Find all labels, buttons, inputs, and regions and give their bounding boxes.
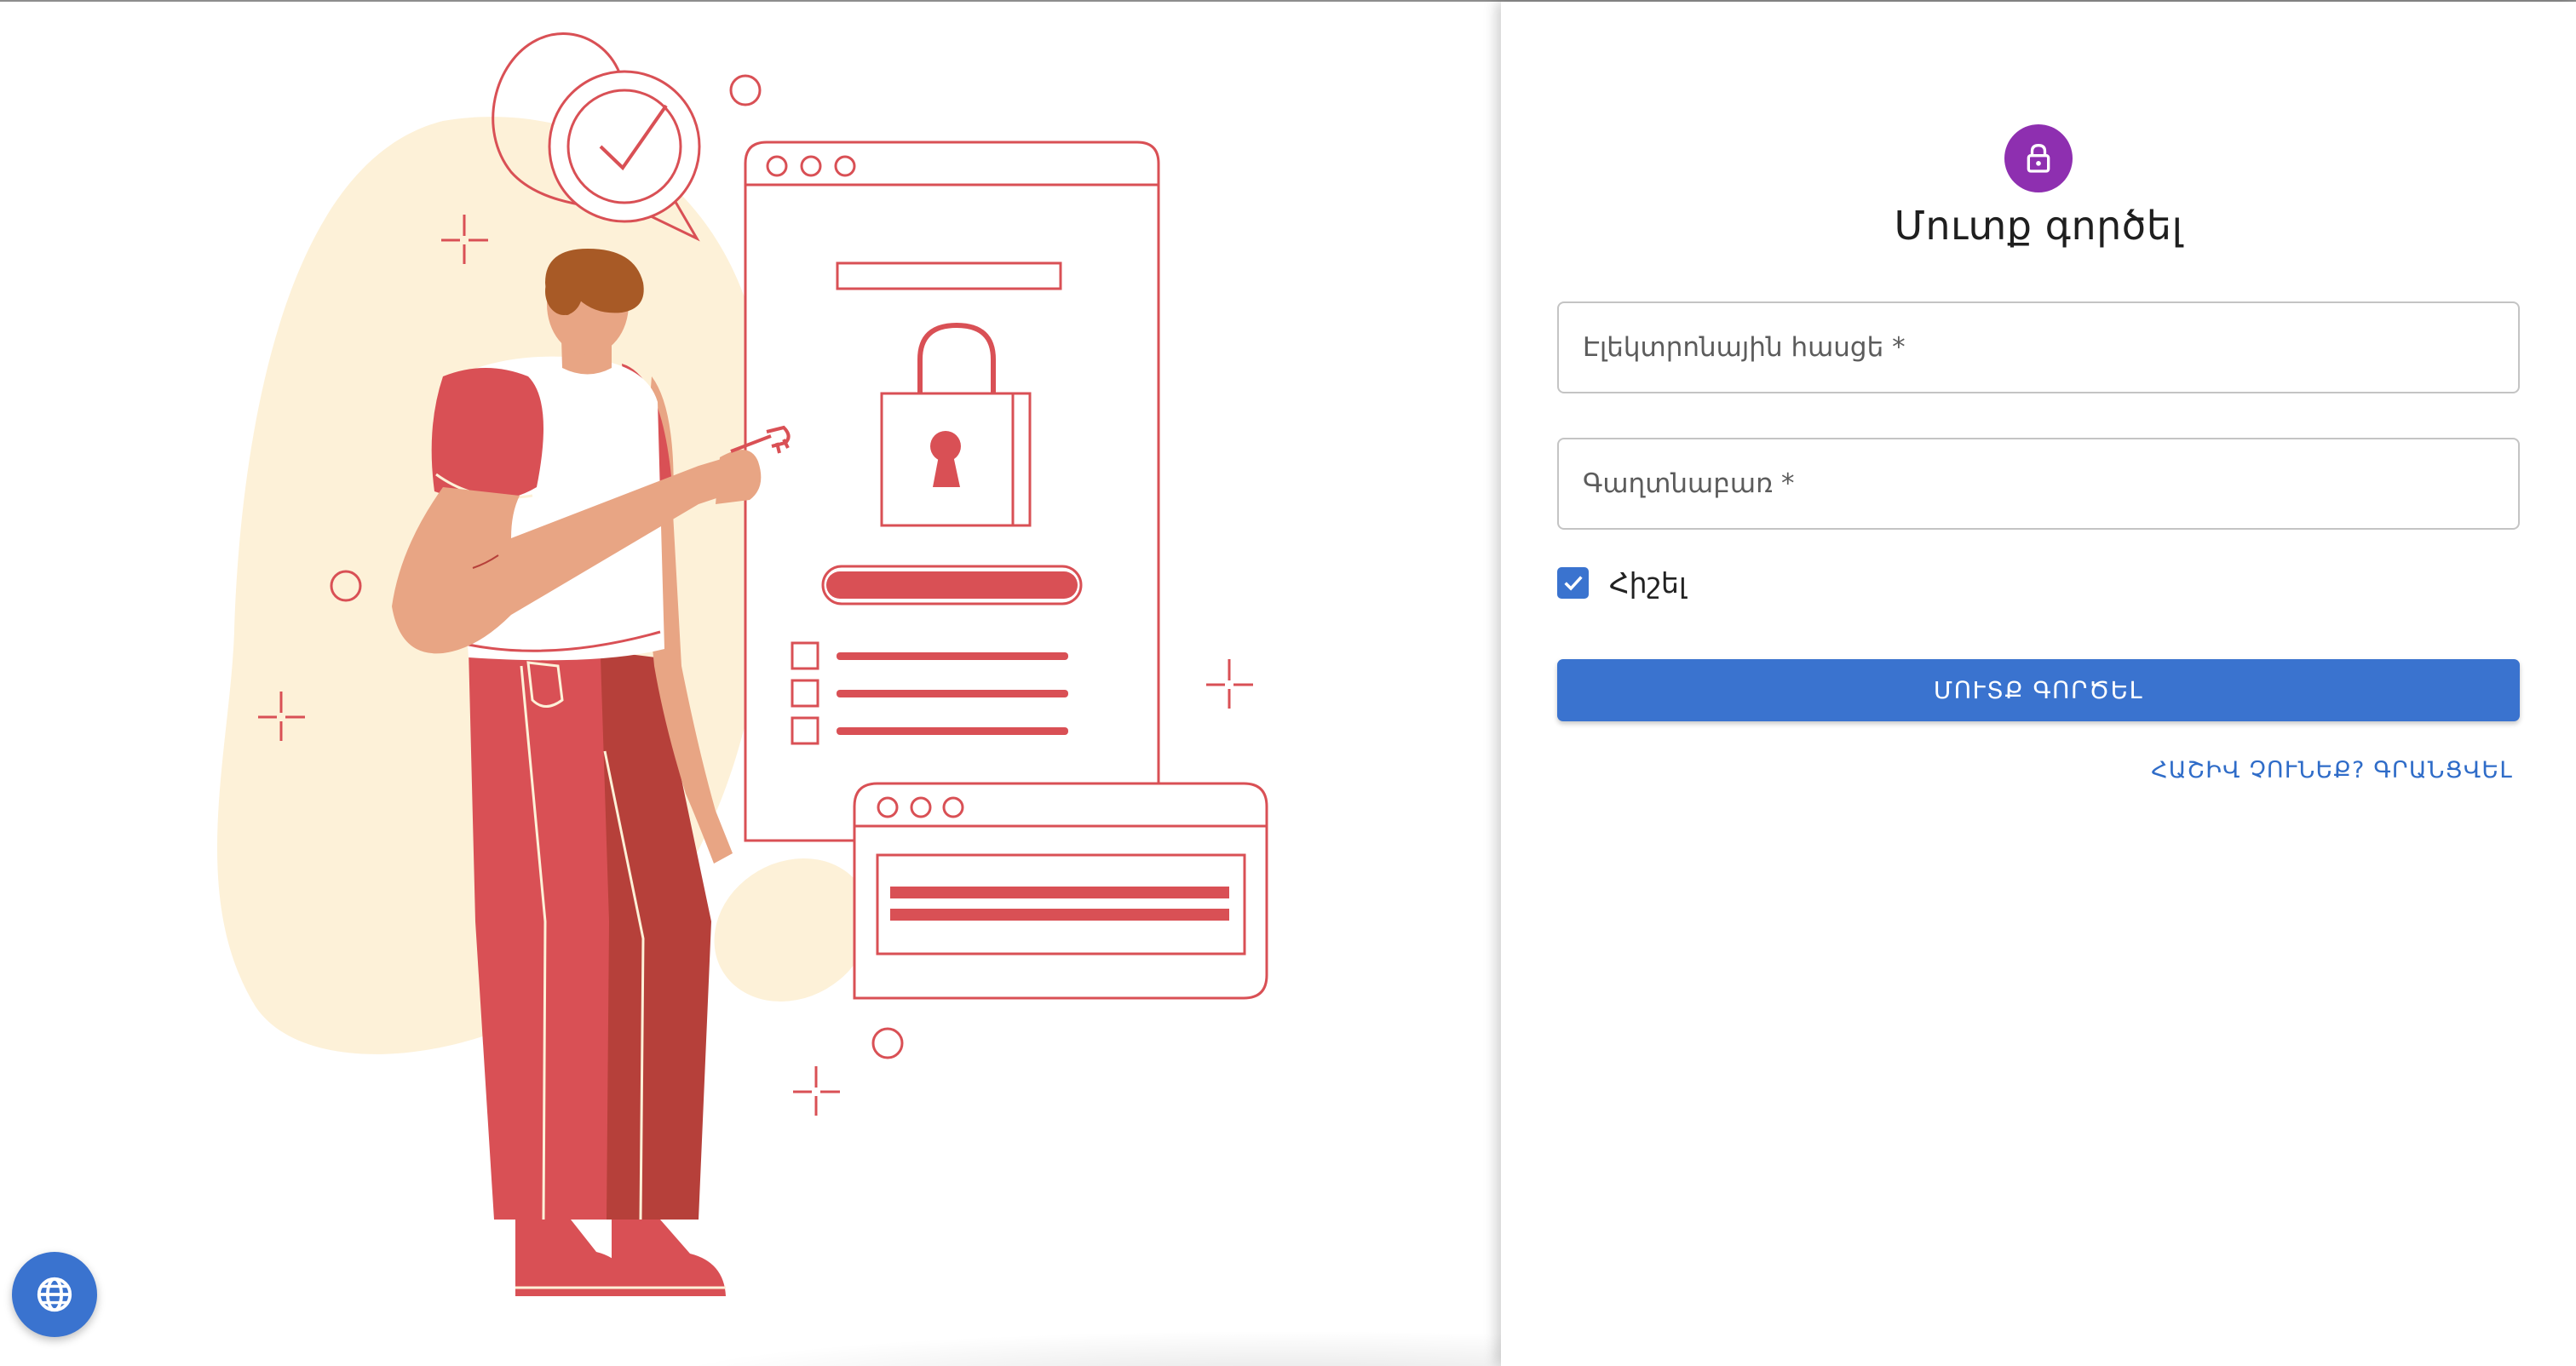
illustration-panel [0, 2, 1501, 1366]
password-input[interactable] [1559, 439, 2518, 528]
email-input[interactable] [1559, 303, 2518, 392]
remember-label[interactable]: Հիշել [1609, 566, 1687, 600]
password-field[interactable] [1557, 438, 2520, 530]
remember-me[interactable]: Հիշել [1557, 565, 1687, 600]
email-field[interactable] [1557, 301, 2520, 393]
page-title: Մուտք գործել [1894, 203, 2183, 249]
checkmark-icon [1563, 576, 1583, 591]
lock-icon [2027, 143, 2050, 173]
login-button[interactable]: ՄՈՒՏՔ ԳՈՐԾԵԼ [1557, 659, 2520, 721]
lock-avatar [2004, 124, 2073, 192]
security-illustration [216, 32, 1268, 1296]
bottom-shadow [647, 1330, 1501, 1366]
remember-checkbox[interactable] [1557, 566, 1589, 599]
globe-icon [37, 1277, 72, 1312]
language-button[interactable] [12, 1252, 97, 1337]
register-link[interactable]: ՀԱՇԻՎ ՉՈՒՆԵՔ? ԳՐԱՆՑՎԵԼ [2151, 757, 2513, 783]
